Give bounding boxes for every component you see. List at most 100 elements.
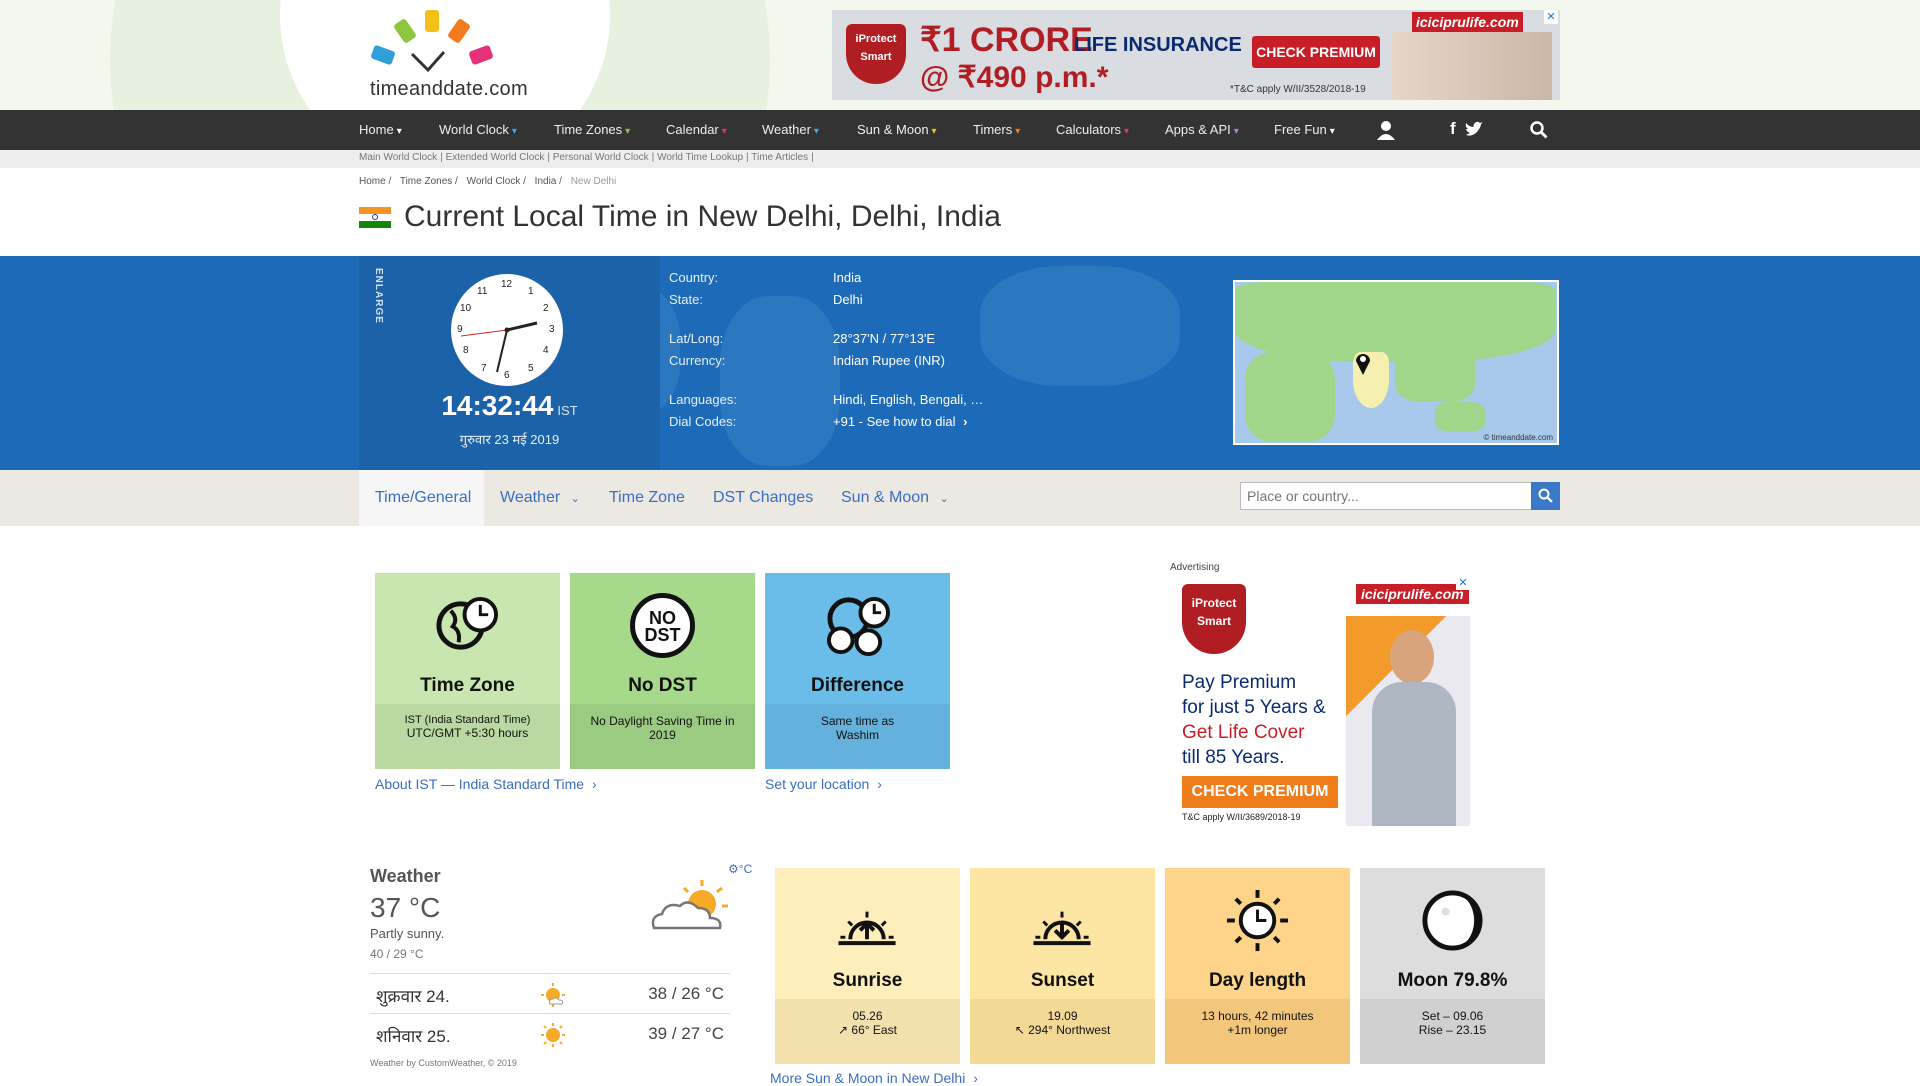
location-map[interactable]: © timeanddate.com [1233,280,1559,445]
breadcrumb-item[interactable]: India / [535,176,562,187]
search-icon[interactable] [1530,121,1548,139]
ad-line: Get Life Cover till 85 Years. [1182,720,1305,770]
nav-label: Timers [973,122,1013,137]
no-dst-card[interactable]: NO DST No DST No Daylight Saving Time in… [570,573,755,769]
temperature-unit-toggle[interactable]: ⚙°C [728,862,752,876]
card-title: Sunset [1030,970,1095,991]
card-title: Difference [811,675,904,696]
tab-sun-moon[interactable]: Sun & Moon ⌄ [841,470,949,526]
ad-brand: iciciprulife.com [1356,584,1469,604]
side-banner-ad[interactable]: iProtect Smart iciciprulife.com Pay Prem… [1170,576,1470,826]
subnav-link[interactable]: Extended World Clock [446,152,545,163]
ad-text: till 85 Years. [1182,747,1285,768]
sun-cloud-icon [541,983,565,1007]
card-line: ↗ 66° East [838,1023,897,1037]
enlarge-button[interactable]: ENLARGE [373,268,384,324]
map-land [1245,352,1335,442]
ad-headline-amount: ₹1 CRORE [920,21,1093,59]
day-length-card[interactable]: Day length 13 hours, 42 minutes +1m long… [1165,868,1350,1064]
nav-label: Sun & Moon [857,122,929,137]
top-banner-ad[interactable]: iProtect Smart ₹1 CRORE LIFE INSURANCE @… [832,10,1560,100]
card-line: No Daylight Saving Time in 2019 [590,714,735,742]
nav-world-clock[interactable]: World Clock ▾ [439,110,517,150]
nav-label: Home [359,122,394,137]
search-icon [1538,488,1553,503]
nav-calculators[interactable]: Calculators ▾ [1056,110,1129,150]
weather-description: Partly sunny. [370,926,445,941]
tab-label: Sun & Moon [841,489,930,506]
twitter-icon[interactable] [1464,121,1484,139]
tab-label: Weather [500,489,561,506]
nav-calendar[interactable]: Calendar ▾ [666,110,727,150]
breadcrumb-item[interactable]: World Clock / [467,176,526,187]
chevron-down-icon: ▾ [721,126,727,137]
card-line: UTC/GMT +5:30 hours [406,726,529,740]
nav-free-fun[interactable]: Free Fun ▾ [1274,110,1335,150]
clock-hands [460,321,538,373]
card-line: 05.26 [852,1009,883,1023]
chevron-right-icon: › [877,776,882,792]
nav-home[interactable]: Home ▾ [359,110,402,150]
facebook-icon[interactable]: f [1450,119,1456,139]
breadcrumb-item[interactable]: Home / [359,176,391,187]
tab-time-zone[interactable]: Time Zone [609,470,685,526]
forecast-temperature: 39 / 27 °C [648,1024,724,1043]
subnav-link[interactable]: Main World Clock [359,152,437,163]
tab-dst-changes[interactable]: DST Changes [713,470,813,526]
chevron-down-icon: ▾ [931,126,937,137]
card-details: No Daylight Saving Time in 2019 [570,704,755,769]
subnav-link[interactable]: Personal World Clock [553,152,649,163]
ad-close-icon[interactable]: ✕ [1456,576,1470,590]
ad-headline-text: LIFE INSURANCE [1074,34,1242,56]
chevron-down-icon: ▾ [625,126,631,137]
dial-codes-link[interactable]: +91 - See how to dial › [833,414,967,429]
breadcrumb: Home / Time Zones / World Clock / India … [359,176,622,187]
info-label: Lat/Long: [669,331,724,346]
ad-text: Pay Premium [1182,672,1297,693]
ad-family-photo [1392,32,1552,100]
more-sun-moon-link[interactable]: More Sun & Moon in New Delhi › [770,1070,978,1086]
nav-label: Free Fun [1274,122,1327,137]
difference-card[interactable]: Difference Same time as Washim [765,573,950,769]
forecast-day: शनिवार 25. [376,1027,451,1046]
moon-card[interactable]: Moon 79.8% Set – 09.06 Rise – 23.15 [1360,868,1545,1064]
sunset-card[interactable]: Sunset 19.09 ↖ 294° Northwest [970,868,1155,1064]
subnav-link[interactable]: World Time Lookup [657,152,743,163]
nav-apps-api[interactable]: Apps & API ▾ [1165,110,1239,150]
card-details: Same time as Washim [765,704,950,769]
set-location-link[interactable]: Set your location › [765,776,882,792]
time-zone-card[interactable]: Time Zone IST (India Standard Time) UTC/… [375,573,560,769]
ad-close-icon[interactable]: ✕ [1544,10,1558,24]
chevron-down-icon: ▾ [1329,126,1335,137]
analog-clock: 12 1 2 3 4 5 6 7 8 9 10 11 [451,274,563,386]
digital-clock: 14:32:44 IST [359,390,660,422]
search-button[interactable] [1531,482,1560,510]
about-ist-link[interactable]: About IST — India Standard Time › [375,776,597,792]
user-icon[interactable] [1376,120,1396,140]
sun-icon [541,1023,565,1047]
nav-label: Calendar [666,122,719,137]
nav-timers[interactable]: Timers ▾ [973,110,1020,150]
card-details: 05.26 ↗ 66° East [775,999,960,1064]
place-search-input[interactable] [1240,482,1532,510]
forecast-day: शुक्रवार 24. [376,987,450,1006]
subnav-link[interactable]: Time Articles [751,152,808,163]
ad-terms: T&C apply W/II/3689/2018-19 [1182,812,1301,822]
sub-nav: Main World Clock | Extended World Clock | … [0,150,1920,168]
nav-weather[interactable]: Weather ▾ [762,110,819,150]
card-line: 19.09 [1047,1009,1078,1023]
sunrise-card[interactable]: Sunrise 05.26 ↗ 66° East [775,868,960,1064]
info-label: Country: [669,270,719,285]
ad-check-premium-button[interactable]: CHECK PREMIUM [1252,36,1380,68]
breadcrumb-item[interactable]: Time Zones / [400,176,458,187]
tab-time-general[interactable]: Time/General [359,470,484,526]
card-line: +1m longer [1227,1023,1288,1037]
ad-check-premium-button[interactable]: CHECK PREMIUM [1182,776,1338,808]
map-land [1435,402,1485,432]
tab-weather[interactable]: Weather ⌄ [500,470,580,526]
nav-time-zones[interactable]: Time Zones ▾ [554,110,630,150]
nav-sun-moon[interactable]: Sun & Moon ▾ [857,110,937,150]
link-text: Set your location [765,776,870,792]
card-title: Sunrise [832,970,903,991]
nav-label: Apps & API [1165,122,1231,137]
